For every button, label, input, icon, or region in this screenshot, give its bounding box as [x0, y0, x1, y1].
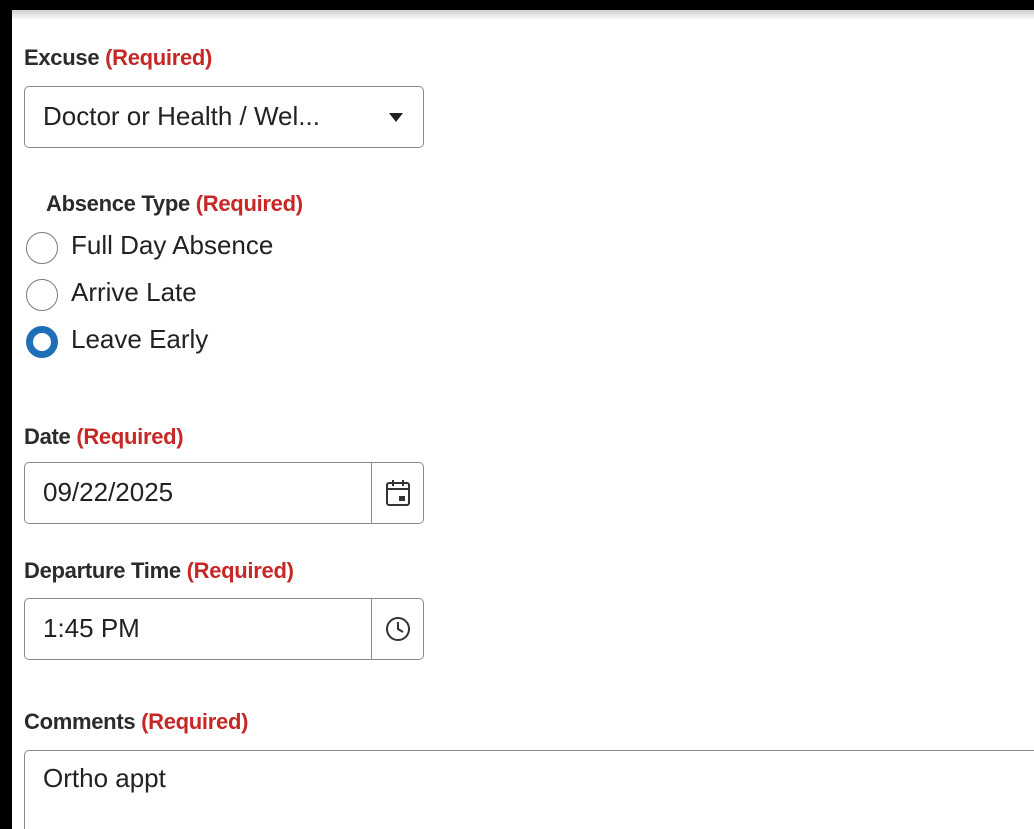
absence-type-label: Absence Type (Required)	[46, 191, 303, 217]
excuse-label-text: Excuse	[24, 45, 100, 70]
excuse-dropdown[interactable]: Doctor or Health / Wel...	[24, 86, 424, 148]
date-label: Date (Required)	[24, 424, 184, 450]
calendar-button[interactable]	[371, 463, 423, 523]
comments-value: Ortho appt	[43, 763, 166, 793]
window-top-border	[0, 0, 1034, 10]
comments-label: Comments (Required)	[24, 709, 248, 735]
clock-button[interactable]	[371, 599, 423, 659]
departure-time-value: 1:45 PM	[43, 613, 140, 643]
comments-label-text: Comments	[24, 709, 136, 734]
excuse-label: Excuse (Required)	[24, 45, 212, 71]
departure-time-input[interactable]: 1:45 PM	[24, 598, 424, 660]
radio-button-arrive-late[interactable]	[26, 279, 58, 311]
calendar-icon	[385, 480, 410, 506]
date-label-text: Date	[24, 424, 71, 449]
absence-type-required-tag: (Required)	[195, 191, 303, 216]
excuse-required-tag: (Required)	[105, 45, 213, 70]
top-shadow	[12, 10, 1034, 20]
clock-icon	[385, 617, 410, 641]
comments-required-tag: (Required)	[141, 709, 249, 734]
departure-time-label: Departure Time (Required)	[24, 558, 294, 584]
date-required-tag: (Required)	[76, 424, 184, 449]
departure-time-required-tag: (Required)	[186, 558, 294, 583]
departure-time-label-text: Departure Time	[24, 558, 181, 583]
radio-button-leave-early[interactable]	[26, 326, 58, 358]
absence-type-label-text: Absence Type	[46, 191, 190, 216]
excuse-selected-value: Doctor or Health / Wel...	[43, 101, 320, 131]
comments-textarea[interactable]: Ortho appt	[24, 750, 1034, 829]
radio-label-leave-early[interactable]: Leave Early	[71, 324, 208, 355]
radio-label-arrive-late[interactable]: Arrive Late	[71, 277, 197, 308]
date-value: 09/22/2025	[43, 477, 174, 507]
radio-label-full-day-absence[interactable]: Full Day Absence	[71, 230, 273, 261]
window-left-border	[0, 0, 12, 829]
radio-button-full-day-absence[interactable]	[26, 232, 58, 264]
chevron-down-icon	[389, 113, 403, 122]
date-input[interactable]: 09/22/2025	[24, 462, 424, 524]
